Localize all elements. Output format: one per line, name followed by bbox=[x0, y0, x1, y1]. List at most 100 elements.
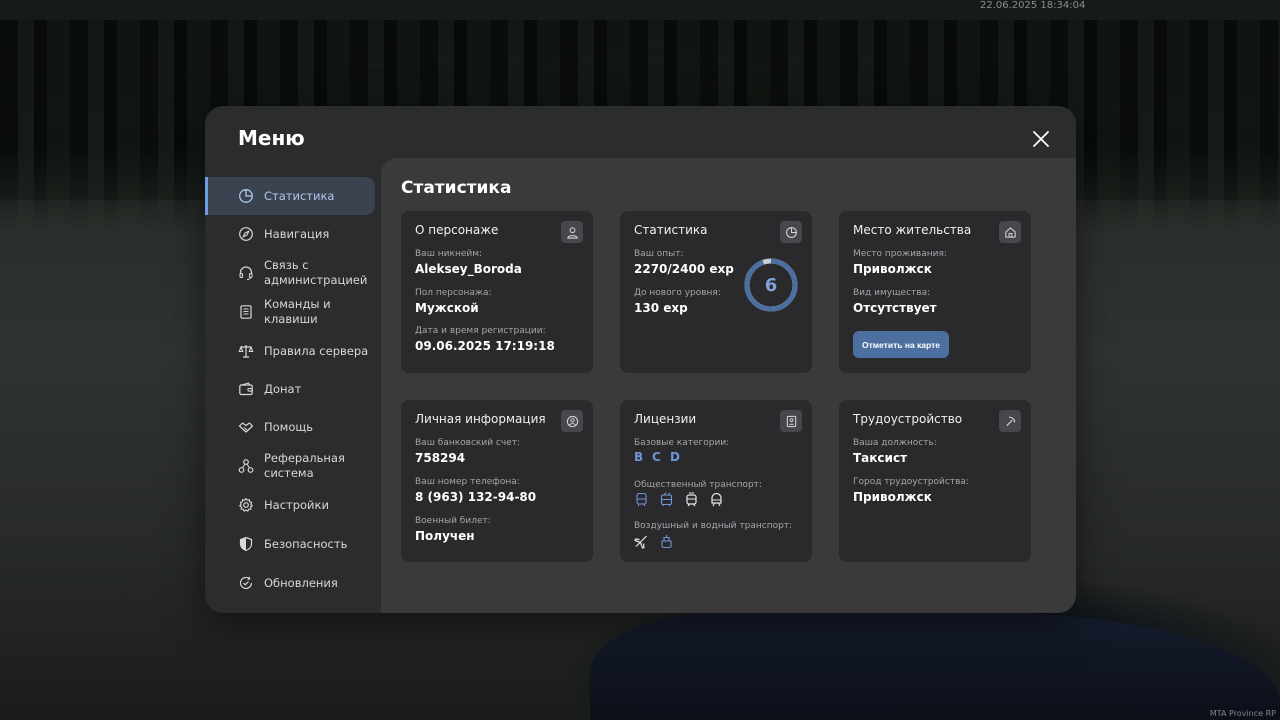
bank-account-label: Ваш банковский счет: bbox=[415, 438, 521, 448]
residence-place-value: Приволжск bbox=[853, 262, 932, 276]
card-title: Трудоустройство bbox=[853, 412, 963, 426]
bus-icon bbox=[634, 492, 649, 507]
nickname-label: Ваш никнейм: bbox=[415, 249, 483, 259]
card-icon-button bbox=[780, 410, 802, 432]
server-watermark: MTA Province RP bbox=[1209, 709, 1276, 718]
sidebar-item-referral[interactable]: Реферальная система bbox=[205, 447, 375, 485]
personal-info-card: Личная информация Ваш банковский счет: 7… bbox=[401, 400, 593, 562]
public-transport-label: Общественный транспорт: bbox=[634, 480, 762, 490]
home-icon bbox=[1004, 226, 1016, 238]
stats-card: Статистика Ваш опыт: 2270/2400 exp До но… bbox=[620, 211, 812, 373]
page-title: Статистика bbox=[401, 178, 512, 198]
gender-value: Мужской bbox=[415, 301, 479, 315]
employment-city-label: Город трудоустройства: bbox=[853, 477, 969, 487]
position-value: Таксист bbox=[853, 451, 908, 465]
exp-value: 2270/2400 exp bbox=[634, 262, 734, 276]
sidebar-item-statistics[interactable]: Статистика bbox=[205, 177, 375, 215]
timestamp: 22.06.2025 18:34:04 bbox=[980, 0, 1086, 11]
card-title: Статистика bbox=[634, 223, 708, 237]
military-id-label: Военный билет: bbox=[415, 516, 491, 526]
employment-card: Трудоустройство Ваша должность: Таксист … bbox=[839, 400, 1031, 562]
close-button[interactable] bbox=[1031, 129, 1051, 149]
card-icon-button bbox=[561, 221, 583, 243]
shield-icon bbox=[238, 536, 254, 552]
id-card-icon bbox=[786, 415, 796, 427]
bank-account-value: 758294 bbox=[415, 451, 466, 465]
network-icon bbox=[238, 458, 254, 474]
registration-value: 09.06.2025 17:19:18 bbox=[415, 339, 555, 353]
sidebar-item-settings[interactable]: Настройки bbox=[205, 486, 375, 524]
phone-value: 8 (963) 132-94-80 bbox=[415, 490, 537, 504]
sidebar-item-label: Статистика bbox=[264, 189, 335, 203]
scales-icon bbox=[238, 343, 254, 359]
military-id-value: Получен bbox=[415, 529, 475, 543]
close-icon bbox=[1033, 131, 1049, 147]
sidebar-item-label: Правила сервера bbox=[264, 344, 369, 358]
pie-chart-icon bbox=[238, 188, 254, 204]
user-icon bbox=[566, 226, 578, 239]
base-categories-label: Базовые категории: bbox=[634, 438, 730, 448]
property-label: Вид имущества: bbox=[853, 288, 931, 298]
employment-city-value: Приволжск bbox=[853, 490, 932, 504]
sidebar-item-donate[interactable]: Донат bbox=[205, 370, 375, 408]
tram-icon bbox=[684, 492, 699, 507]
position-label: Ваша должность: bbox=[853, 438, 937, 448]
card-icon-button bbox=[780, 221, 802, 243]
licenses-card: Лицензии Базовые категории: B C D Общест… bbox=[620, 400, 812, 562]
card-title: О персонаже bbox=[415, 223, 499, 237]
metro-icon bbox=[709, 492, 724, 507]
menu-title: Меню bbox=[238, 126, 305, 150]
character-card: О персонаже Ваш никнейм: Aleksey_Boroda … bbox=[401, 211, 593, 373]
sidebar-item-security[interactable]: Безопасность bbox=[205, 525, 375, 563]
nickname-value: Aleksey_Boroda bbox=[415, 262, 522, 276]
license-category: D bbox=[670, 450, 680, 464]
headset-icon bbox=[238, 265, 254, 281]
card-title: Лицензии bbox=[634, 412, 697, 426]
gender-label: Пол персонажа: bbox=[415, 288, 492, 298]
content-panel: Статистика О персонаже Ваш никнейм: Alek… bbox=[381, 158, 1076, 613]
public-transport-icons bbox=[634, 492, 724, 507]
residence-card: Место жительства Место проживания: Приво… bbox=[839, 211, 1031, 373]
residence-place-label: Место проживания: bbox=[853, 249, 947, 259]
sidebar-item-label: Донат bbox=[264, 382, 302, 396]
plane-icon bbox=[634, 534, 649, 549]
pickaxe-icon bbox=[1005, 416, 1015, 426]
sidebar-item-label: Настройки bbox=[264, 498, 329, 512]
user-circle-icon bbox=[566, 415, 578, 427]
card-title: Личная информация bbox=[415, 412, 546, 426]
sidebar-item-label: Безопасность bbox=[264, 537, 348, 551]
sidebar-item-rules[interactable]: Правила сервера bbox=[205, 332, 375, 370]
mark-on-map-button[interactable]: Отметить на карте bbox=[853, 331, 949, 358]
registration-label: Дата и время регистрации: bbox=[415, 326, 546, 336]
sidebar-item-label: Навигация bbox=[264, 227, 330, 241]
compass-icon bbox=[238, 226, 254, 242]
air-water-transport-label: Воздушный и водный транспорт: bbox=[634, 521, 793, 531]
air-water-transport-icons bbox=[634, 534, 674, 549]
sidebar-item-label: Обновления bbox=[264, 576, 338, 590]
sidebar-item-updates[interactable]: Обновления bbox=[205, 564, 375, 602]
license-category: B bbox=[634, 450, 644, 464]
card-icon-button bbox=[561, 410, 583, 432]
sidebar-item-commands[interactable]: Команды и клавиши bbox=[205, 293, 375, 331]
card-icon-button bbox=[999, 221, 1021, 243]
gear-icon bbox=[238, 497, 254, 513]
level-number: 6 bbox=[764, 274, 778, 296]
sidebar-item-label: Связь с администрацией bbox=[264, 258, 368, 287]
boat-icon bbox=[659, 534, 674, 549]
sidebar-item-navigation[interactable]: Навигация bbox=[205, 215, 375, 253]
pie-chart-icon bbox=[785, 226, 797, 238]
next-level-label: До нового уровня: bbox=[634, 288, 721, 298]
sidebar-item-help[interactable]: Помощь bbox=[205, 408, 375, 446]
handshake-icon bbox=[238, 419, 254, 435]
wallet-icon bbox=[238, 381, 254, 397]
sidebar-item-label: Команды и клавиши bbox=[264, 297, 331, 326]
license-categories: B C D bbox=[634, 450, 680, 464]
menu-modal: Меню Статистика Навигация Связь с админи… bbox=[205, 106, 1076, 613]
card-title: Место жительства bbox=[853, 223, 972, 237]
next-level-value: 130 exp bbox=[634, 301, 688, 315]
refresh-check-icon bbox=[238, 575, 254, 591]
phone-label: Ваш номер телефона: bbox=[415, 477, 520, 487]
property-value: Отсутствует bbox=[853, 301, 937, 315]
document-icon bbox=[238, 304, 254, 320]
sidebar-item-contact-admin[interactable]: Связь с администрацией bbox=[205, 254, 375, 292]
